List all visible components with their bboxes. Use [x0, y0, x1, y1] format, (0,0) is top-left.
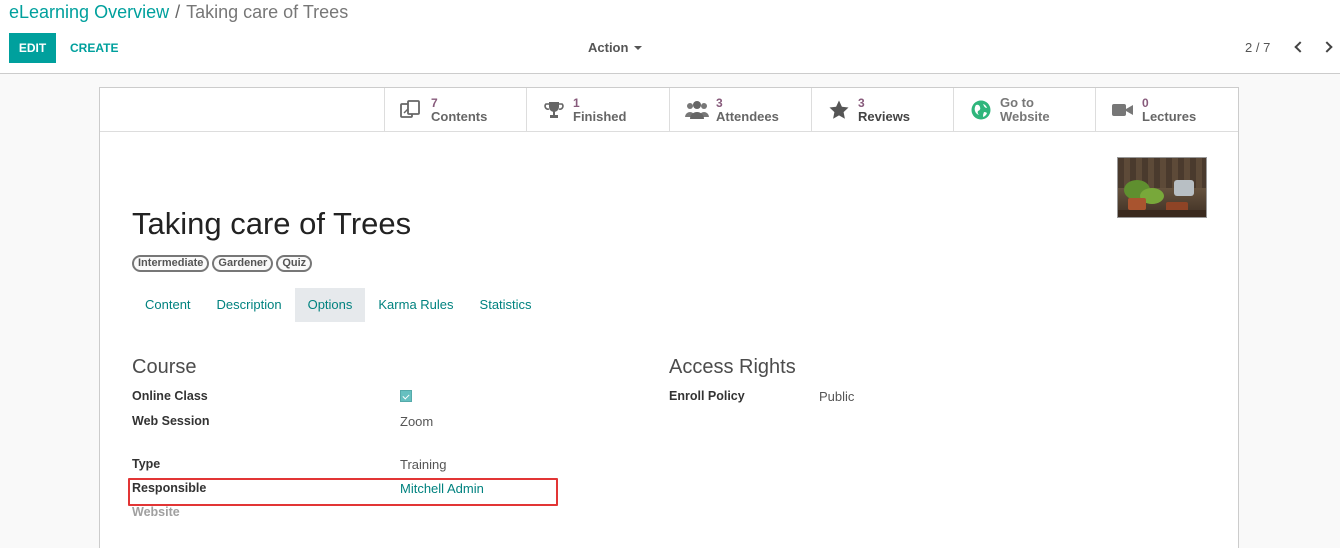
- website-field-label: Website: [132, 505, 180, 519]
- responsible-highlight-box: [128, 478, 558, 506]
- tab-options[interactable]: Options: [294, 288, 366, 322]
- enroll-policy-label: Enroll Policy: [669, 389, 745, 403]
- edit-button[interactable]: EDIT: [9, 33, 56, 63]
- website-label: Website: [1000, 109, 1050, 124]
- go-to-website-button[interactable]: Go to Website: [953, 88, 1095, 132]
- attendees-count: 3: [716, 96, 723, 110]
- access-rights-section-title: Access Rights: [669, 356, 796, 378]
- form-sheet: 7 Contents 1 Finished 3 Attendees 3 Reviews …: [99, 87, 1239, 548]
- pager-value[interactable]: 2 / 7: [1245, 40, 1270, 55]
- tab-karma-rules[interactable]: Karma Rules: [365, 288, 466, 322]
- course-tags: Intermediate Gardener Quiz: [132, 255, 313, 272]
- action-dropdown-label: Action: [588, 40, 629, 55]
- video-camera-icon: [1110, 97, 1136, 123]
- contents-stat-button[interactable]: 7 Contents: [384, 88, 526, 132]
- web-session-value: Zoom: [400, 414, 434, 429]
- finished-count: 1: [573, 96, 580, 110]
- course-title: Taking care of Trees: [132, 206, 412, 241]
- tab-statistics[interactable]: Statistics: [467, 288, 545, 322]
- chevron-left-icon: [1294, 41, 1306, 53]
- contents-label: Contents: [431, 109, 488, 124]
- trophy-icon: [541, 97, 567, 123]
- online-class-checkbox[interactable]: [400, 390, 412, 402]
- reviews-stat-button[interactable]: 3 Reviews: [811, 88, 953, 132]
- course-image[interactable]: [1117, 157, 1207, 218]
- tag-quiz: Quiz: [276, 255, 313, 272]
- control-panel: eLearning Overview / Taking care of Trees …: [0, 0, 1340, 74]
- go-to-label: Go to: [1000, 95, 1034, 110]
- lectures-label: Lectures: [1142, 109, 1197, 124]
- reviews-count: 3: [858, 96, 865, 110]
- breadcrumb-current: Taking care of Trees: [186, 2, 349, 22]
- lectures-stat-button[interactable]: 0 Lectures: [1095, 88, 1237, 132]
- tag-intermediate: Intermediate: [132, 255, 210, 272]
- tab-content[interactable]: Content: [132, 288, 204, 322]
- star-icon: [826, 97, 852, 123]
- breadcrumb: eLearning Overview / Taking care of Trees: [9, 2, 348, 23]
- type-label: Type: [132, 457, 161, 471]
- caret-down-icon: [634, 45, 643, 50]
- attendees-label: Attendees: [716, 109, 779, 124]
- enroll-policy-value: Public: [819, 389, 855, 404]
- tag-gardener: Gardener: [212, 255, 274, 272]
- type-value: Training: [400, 457, 447, 472]
- users-icon: [684, 97, 710, 123]
- contents-icon: [399, 97, 425, 123]
- finished-label: Finished: [573, 109, 627, 124]
- attendees-stat-button[interactable]: 3 Attendees: [669, 88, 811, 132]
- smart-button-box: 7 Contents 1 Finished 3 Attendees 3 Reviews …: [100, 88, 1238, 132]
- breadcrumb-parent-link[interactable]: eLearning Overview: [9, 2, 169, 22]
- breadcrumb-separator: /: [175, 2, 181, 22]
- web-session-label: Web Session: [132, 414, 210, 428]
- online-class-label: Online Class: [132, 389, 208, 403]
- action-dropdown[interactable]: Action: [588, 40, 643, 55]
- course-section-title: Course: [132, 356, 197, 378]
- create-button[interactable]: CREATE: [66, 33, 122, 63]
- chevron-right-icon: [1321, 41, 1333, 53]
- reviews-label: Reviews: [858, 109, 911, 124]
- contents-count: 7: [431, 96, 438, 110]
- tab-description[interactable]: Description: [204, 288, 295, 322]
- finished-stat-button[interactable]: 1 Finished: [526, 88, 668, 132]
- globe-icon: [968, 97, 994, 123]
- form-tabs: Content Description Options Karma Rules …: [132, 288, 545, 322]
- lectures-count: 0: [1142, 96, 1149, 110]
- pager-previous-button[interactable]: [1293, 38, 1307, 56]
- pager-next-button[interactable]: [1320, 38, 1334, 56]
